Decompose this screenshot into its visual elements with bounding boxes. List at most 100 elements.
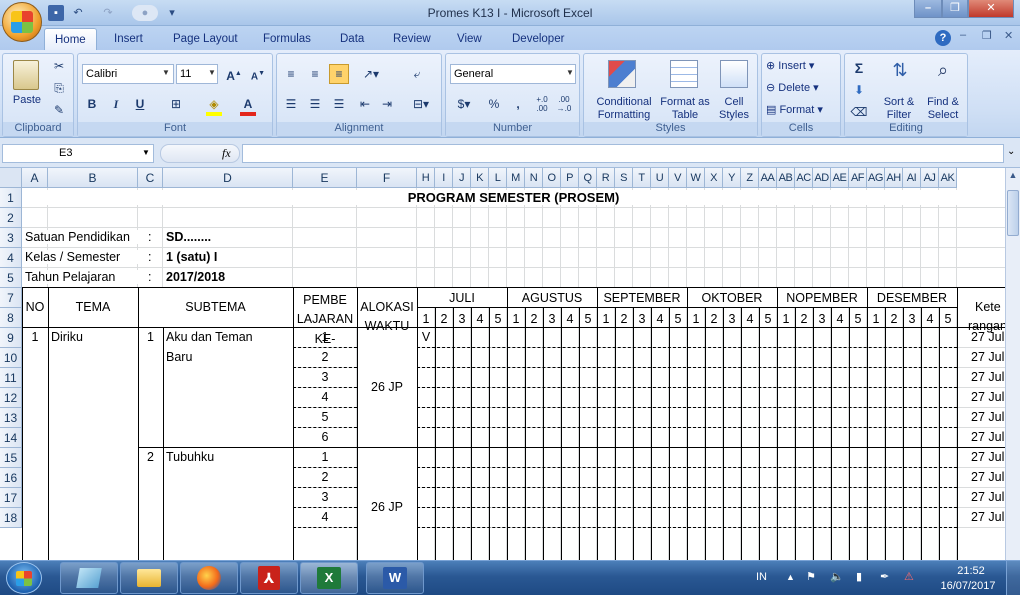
column-header[interactable]: K — [471, 168, 489, 188]
minimize-button[interactable]: – — [914, 0, 942, 18]
row-header[interactable]: 4 — [0, 248, 22, 268]
merge-center-icon[interactable]: ⊟▾ — [407, 94, 435, 114]
paste-button[interactable]: Paste — [7, 94, 47, 107]
column-header[interactable]: A — [22, 168, 48, 188]
column-header[interactable]: AI — [903, 168, 921, 188]
grow-font-icon[interactable]: A▲ — [224, 64, 244, 84]
row-header[interactable]: 10 — [0, 348, 22, 368]
undo-icon[interactable]: ↶ — [70, 5, 86, 21]
column-header[interactable]: D — [163, 168, 293, 188]
tab-home[interactable]: Home — [44, 28, 97, 50]
column-header[interactable]: AC — [795, 168, 813, 188]
row-header[interactable]: 14 — [0, 428, 22, 448]
format-painter-icon[interactable]: ✎ — [49, 100, 69, 120]
decrease-decimal-icon[interactable]: .00 →.0 — [554, 94, 574, 114]
column-header[interactable]: H — [417, 168, 435, 188]
clock-time[interactable]: 21:52 — [946, 565, 996, 577]
office-button[interactable] — [2, 2, 42, 42]
column-header[interactable]: I — [435, 168, 453, 188]
currency-icon[interactable]: $▾ — [450, 94, 478, 114]
row-header[interactable]: 11 — [0, 368, 22, 388]
customize-qat-icon[interactable]: ▾ — [164, 5, 180, 21]
find-select-button[interactable]: Find & Select — [921, 96, 965, 122]
column-header[interactable]: AE — [831, 168, 849, 188]
column-header[interactable]: V — [669, 168, 687, 188]
column-header[interactable]: B — [48, 168, 138, 188]
fx-button[interactable]: fx — [222, 146, 231, 161]
taskbar-folder[interactable] — [120, 562, 178, 594]
row-header[interactable]: 18 — [0, 508, 22, 528]
italic-icon[interactable]: I — [106, 94, 126, 114]
worksheet-grid[interactable]: ABCDEFGHIJKLMNOPQRSTUVWXYZAAABACADAEAFAG… — [0, 168, 1005, 560]
cell-styles-button[interactable]: Cell Styles — [712, 96, 756, 122]
align-center-icon[interactable]: ☰ — [305, 94, 325, 114]
ribbon-restore-icon[interactable]: ❐ — [982, 29, 992, 42]
row-header[interactable]: 9 — [0, 328, 22, 348]
column-header[interactable]: AK — [939, 168, 957, 188]
tab-formulas[interactable]: Formulas — [253, 28, 321, 50]
column-header[interactable]: P — [561, 168, 579, 188]
action-center-icon[interactable]: ⚑ — [806, 570, 816, 583]
insert-button[interactable]: ⊕ Insert ▾ — [766, 60, 814, 73]
network-icon[interactable]: ▮ — [856, 570, 862, 583]
scroll-up-icon[interactable]: ▲ — [1007, 170, 1019, 184]
column-header[interactable]: N — [525, 168, 543, 188]
comma-button[interactable]: , — [508, 94, 528, 114]
copy-icon[interactable]: ⎘ — [49, 78, 69, 98]
increase-indent-icon[interactable]: ⇥ — [377, 94, 397, 114]
column-header[interactable]: Q — [579, 168, 597, 188]
decrease-indent-icon[interactable]: ⇤ — [355, 94, 375, 114]
column-header[interactable]: W — [687, 168, 705, 188]
help-icon[interactable]: ? — [935, 30, 951, 46]
ribbon-close-icon[interactable]: ✕ — [1004, 29, 1013, 42]
scroll-thumb[interactable] — [1007, 190, 1019, 236]
column-header[interactable]: AF — [849, 168, 867, 188]
taskbar-pdf[interactable]: ⅄ — [240, 562, 298, 594]
volume-icon[interactable]: 🔈 — [830, 570, 844, 583]
column-header[interactable]: U — [651, 168, 669, 188]
row-header[interactable]: 13 — [0, 408, 22, 428]
font-name-select[interactable]: Calibri — [82, 64, 174, 84]
column-header[interactable]: AD — [813, 168, 831, 188]
quick-access-icon[interactable]: ● — [132, 5, 158, 21]
ribbon-minimize-icon[interactable]: – — [960, 29, 966, 41]
expand-formula-icon[interactable]: ⌄ — [1007, 146, 1015, 157]
taskbar-firefox[interactable] — [180, 562, 238, 594]
orientation-icon[interactable]: ↗▾ — [357, 64, 385, 84]
borders-icon[interactable]: ⊞ — [166, 94, 186, 114]
row-header[interactable]: 12 — [0, 388, 22, 408]
column-header[interactable]: AB — [777, 168, 795, 188]
redo-icon[interactable]: ↷ — [100, 5, 116, 21]
format-as-table-button[interactable]: Format as Table — [660, 96, 710, 122]
restore-button[interactable]: ❐ — [942, 0, 968, 18]
column-header[interactable]: AA — [759, 168, 777, 188]
underline-icon[interactable]: U — [130, 94, 150, 114]
column-header[interactable]: AJ — [921, 168, 939, 188]
format-button[interactable]: ▤ Format ▾ — [766, 104, 823, 117]
column-header[interactable]: J — [453, 168, 471, 188]
language-indicator[interactable]: IN — [756, 571, 767, 583]
bold-icon[interactable]: B — [82, 94, 102, 114]
formula-input[interactable] — [242, 144, 1004, 163]
align-left-icon[interactable]: ☰ — [281, 94, 301, 114]
align-top-icon[interactable]: ≡ — [281, 64, 301, 84]
column-header[interactable]: Z — [741, 168, 759, 188]
column-header[interactable]: L — [489, 168, 507, 188]
cut-icon[interactable]: ✂ — [49, 56, 69, 76]
name-box[interactable]: E3 — [2, 144, 154, 163]
column-header[interactable]: M — [507, 168, 525, 188]
taskbar-word[interactable]: W — [366, 562, 424, 594]
column-header[interactable]: E — [293, 168, 357, 188]
wrap-text-icon[interactable]: ⤶ — [407, 64, 427, 84]
row-header[interactable]: 17 — [0, 488, 22, 508]
tab-page-layout[interactable]: Page Layout — [163, 28, 248, 50]
column-header[interactable]: S — [615, 168, 633, 188]
column-header[interactable]: AG — [867, 168, 885, 188]
row-header[interactable]: 8 — [0, 308, 22, 328]
column-header[interactable]: X — [705, 168, 723, 188]
align-right-icon[interactable]: ☰ — [329, 94, 349, 114]
autosum-icon[interactable]: Σ — [849, 58, 869, 78]
fill-color-icon[interactable]: ◈ — [204, 94, 224, 114]
row-header[interactable]: 3 — [0, 228, 22, 248]
column-header[interactable]: Y — [723, 168, 741, 188]
